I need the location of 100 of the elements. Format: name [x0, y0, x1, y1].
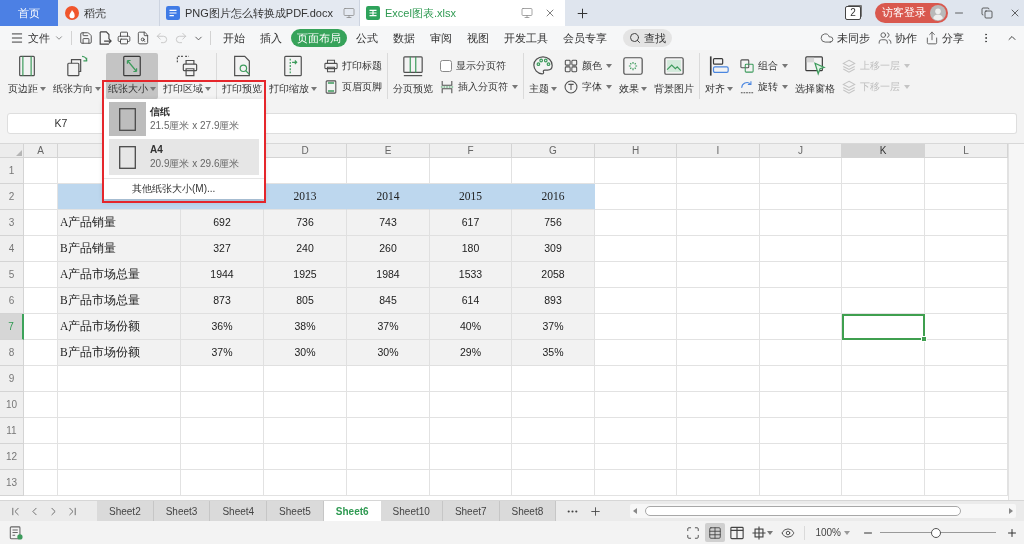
ribbon-dropdown-button[interactable]: 颜色 [562, 56, 614, 75]
row-header[interactable]: 3 [0, 210, 24, 236]
ribbon-button[interactable]: 打印预览 [220, 53, 264, 99]
sheet-tab[interactable]: Sheet3 [153, 501, 211, 521]
scroll-left-icon[interactable] [633, 508, 638, 514]
table-cell: 805 [264, 288, 347, 314]
ribbon-tab[interactable]: 会员专享 [557, 29, 613, 47]
ribbon-dropdown-button[interactable]: 对齐 [703, 53, 735, 99]
sync-button[interactable]: 未同步 [820, 28, 870, 48]
scrollbar-thumb[interactable] [645, 506, 961, 516]
file-menu-button[interactable]: 文件 [10, 28, 64, 48]
restore-icon[interactable] [981, 7, 993, 19]
checkbox[interactable]: 显示分页符 [438, 56, 520, 75]
sheet-tab[interactable]: Sheet5 [267, 501, 324, 521]
menu-item[interactable]: A4 20.9厘米 x 29.6厘米 [109, 139, 259, 175]
login-button[interactable]: 访客登录 [875, 3, 948, 23]
ribbon-button[interactable]: 打印标题 [322, 56, 384, 75]
slider-thumb[interactable] [930, 527, 941, 538]
ribbon-dropdown-button[interactable]: 纸张大小 [106, 53, 158, 99]
ribbon-dropdown-button[interactable]: 字体 [562, 77, 614, 96]
export-icon[interactable] [98, 31, 112, 45]
ribbon-tab[interactable]: 数据 [387, 29, 421, 47]
horizontal-scrollbar[interactable] [630, 504, 1016, 518]
sheet-tab[interactable]: Sheet2 [97, 501, 154, 521]
ribbon-tab[interactable]: 开始 [217, 29, 251, 47]
ribbon-dropdown-button[interactable]: 主题 [527, 53, 559, 99]
document-icon[interactable] [9, 525, 23, 540]
ribbon-dropdown-button[interactable]: 打印区域 [161, 53, 213, 99]
row-header[interactable]: 2 [0, 184, 24, 210]
ribbon-dropdown-button[interactable]: 插入分页符 [438, 77, 520, 96]
home-tab[interactable]: 首页 [0, 0, 58, 26]
vertical-scrollbar[interactable] [1008, 144, 1024, 500]
view-button[interactable] [705, 523, 726, 542]
column-header[interactable]: H [595, 144, 677, 158]
zoom-level-button[interactable]: 100% [815, 525, 850, 540]
ribbon-dropdown-button[interactable]: 页边距 [6, 53, 48, 99]
column-header[interactable]: A [24, 144, 58, 158]
selected-cell[interactable] [842, 314, 925, 340]
app-tab[interactable]: 稻壳 [58, 0, 160, 26]
row-header[interactable]: 6 [0, 288, 24, 314]
document-tab[interactable]: PNG图片怎么转换成PDF.docx [160, 0, 360, 26]
ribbon-button[interactable]: 选择窗格 [793, 53, 837, 99]
column-header[interactable]: G [512, 144, 595, 158]
search-button[interactable]: 查找 [623, 29, 672, 47]
column-header[interactable]: L [925, 144, 1008, 158]
print-preview-icon[interactable] [136, 31, 150, 45]
row-header[interactable]: 13 [0, 470, 24, 496]
share-button[interactable]: 分享 [925, 28, 964, 48]
column-header[interactable]: E [347, 144, 430, 158]
row-header[interactable]: 10 [0, 392, 24, 418]
document-tab[interactable]: Excel图表.xlsx [360, 0, 565, 26]
row-header[interactable]: 4 [0, 236, 24, 262]
column-header[interactable]: I [677, 144, 760, 158]
sheet-tab[interactable]: Sheet6 [323, 501, 381, 521]
print-icon[interactable] [117, 31, 131, 45]
ribbon-tab[interactable]: 视图 [461, 29, 495, 47]
ribbon-dropdown-button[interactable]: 旋转 [738, 77, 790, 96]
row-header[interactable]: 9 [0, 366, 24, 392]
monitor-icon[interactable] [342, 7, 355, 19]
fill-handle[interactable] [921, 336, 927, 342]
new-tab-icon[interactable] [574, 5, 590, 21]
save-icon[interactable] [79, 31, 93, 45]
ribbon-button[interactable]: 页眉页脚 [322, 77, 384, 96]
table-cell: 2014 [347, 184, 430, 210]
ribbon-tab[interactable]: 开发工具 [498, 29, 554, 47]
row-header[interactable]: 8 [0, 340, 24, 366]
sheet-tab[interactable]: Sheet8 [499, 501, 557, 521]
column-header[interactable]: J [760, 144, 842, 158]
sheet-tab[interactable]: Sheet4 [210, 501, 268, 521]
close-icon[interactable] [1009, 7, 1021, 19]
spreadsheet-icon [366, 6, 380, 20]
column-header[interactable]: F [430, 144, 512, 158]
ribbon-tab[interactable]: 审阅 [424, 29, 458, 47]
column-header[interactable]: D [264, 144, 347, 158]
menu-item[interactable]: 其他纸张大小(M)... [109, 179, 259, 197]
ribbon-dropdown-button[interactable]: 效果 [617, 53, 649, 99]
sheet-tab[interactable]: Sheet10 [380, 501, 443, 521]
ribbon-button[interactable]: 分页预览 [391, 53, 435, 99]
scroll-right-icon[interactable] [1009, 508, 1013, 514]
zoom-in-icon[interactable] [1006, 526, 1018, 539]
row-header[interactable]: 11 [0, 418, 24, 444]
ribbon-tab[interactable]: 插入 [254, 29, 288, 47]
collaborate-button[interactable]: 协作 [878, 28, 917, 48]
zoom-slider[interactable] [880, 527, 996, 538]
ribbon-dropdown-button[interactable]: 打印缩放 [267, 53, 319, 99]
ribbon-tab[interactable]: 公式 [350, 29, 384, 47]
column-header[interactable]: K [842, 144, 925, 158]
close-icon[interactable] [544, 7, 556, 19]
table-cell: 260 [347, 236, 430, 262]
sheet-tab[interactable]: Sheet7 [442, 501, 500, 521]
monitor-icon[interactable] [521, 7, 533, 19]
row-header[interactable]: 12 [0, 444, 24, 470]
select-all-icon[interactable] [16, 150, 22, 156]
add-sheet-icon[interactable] [589, 504, 603, 518]
row-header[interactable]: 1 [0, 158, 24, 184]
ribbon-button[interactable]: 背景图片 [652, 53, 696, 99]
ribbon-dropdown-button[interactable]: 纸张方向 [51, 53, 103, 99]
window-count-button[interactable]: 2 [845, 6, 861, 20]
ribbon-dropdown-button[interactable]: 组合 [738, 56, 790, 75]
row-header[interactable]: 5 [0, 262, 24, 288]
